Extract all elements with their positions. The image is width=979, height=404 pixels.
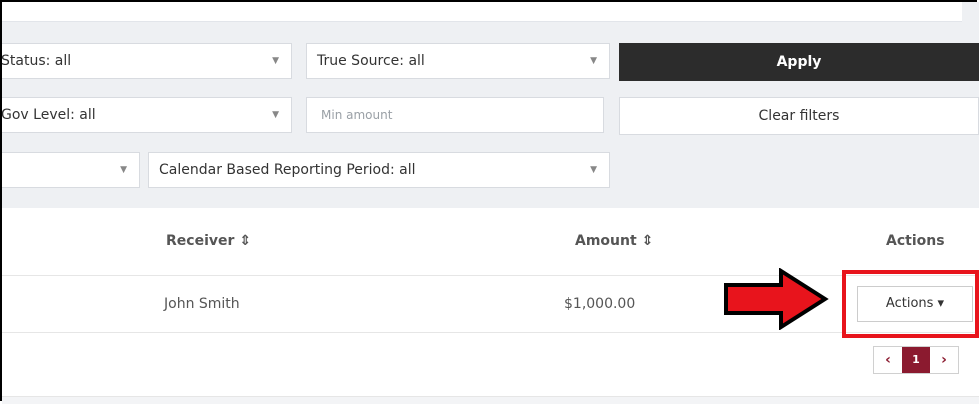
screenshot-frame	[0, 0, 977, 401]
